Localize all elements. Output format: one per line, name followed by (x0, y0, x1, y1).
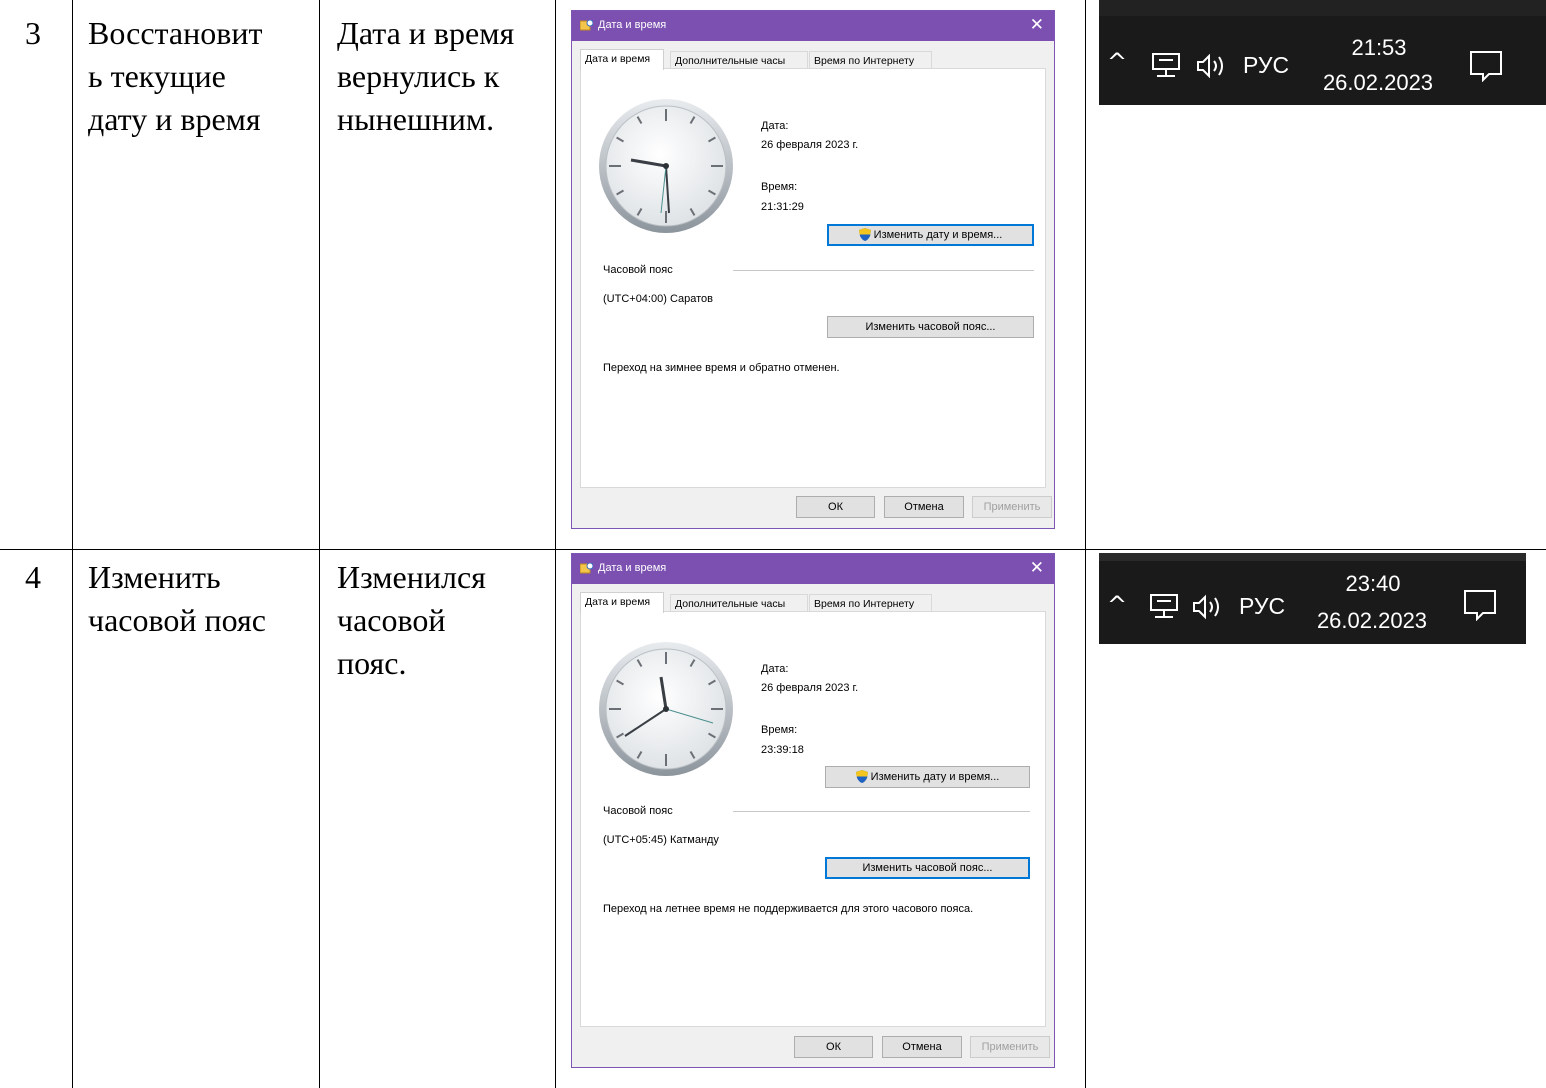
timezone-divider (733, 811, 1030, 812)
timezone-value: (UTC+05:45) Катманду (603, 834, 719, 846)
notification-icon[interactable] (1463, 589, 1497, 621)
tab-panel: Дата: 26 февраля 2023 г. Время: 21:31:29… (580, 68, 1046, 488)
change-timezone-button[interactable]: Изменить часовой пояс... (825, 857, 1030, 879)
datetime-dialog: Дата и время ✕ Дата и время Дополнительн… (571, 553, 1055, 1068)
time-label: Время: (761, 724, 798, 736)
table-line (555, 0, 556, 1088)
table-line (319, 0, 320, 1088)
tray-time[interactable]: 23:40 (1313, 571, 1433, 597)
dst-note: Переход на летнее время не поддерживаетс… (603, 903, 974, 915)
uac-shield-icon (855, 770, 868, 783)
timezone-divider (733, 270, 1034, 271)
tray-language[interactable]: РУС (1239, 593, 1285, 620)
datetime-dialog: Дата и время ✕ Дата и время Дополнительн… (571, 10, 1055, 529)
timezone-label: Часовой пояс (603, 805, 673, 817)
change-timezone-button[interactable]: Изменить часовой пояс... (827, 316, 1034, 338)
uac-shield-icon (858, 228, 871, 241)
table-line (1085, 0, 1086, 1088)
chevron-up-icon[interactable]: ^ (1107, 48, 1127, 76)
volume-icon[interactable] (1195, 52, 1229, 80)
time-value: 23:39:18 (761, 744, 804, 756)
date-label: Дата: (761, 120, 789, 132)
volume-icon[interactable] (1191, 593, 1225, 621)
change-datetime-button[interactable]: Изменить дату и время... (825, 766, 1030, 788)
table-line (72, 0, 73, 1088)
ok-button[interactable]: ОК (796, 496, 875, 518)
tray-language[interactable]: РУС (1243, 52, 1289, 79)
dialog-titlebar: Дата и время ✕ (572, 554, 1054, 584)
row-result: Дата и время вернулись к нынешним. (337, 15, 515, 137)
dialog-titlebar: Дата и время ✕ (572, 11, 1054, 41)
table-line (0, 549, 1546, 550)
close-icon[interactable]: ✕ (1030, 15, 1044, 35)
dialog-title: Дата и время (598, 562, 667, 574)
dialog-title: Дата и время (598, 19, 667, 31)
tab-panel: Дата: 26 февраля 2023 г. Время: 23:39:18… (580, 611, 1046, 1027)
apply-button[interactable]: Применить (972, 496, 1052, 518)
tab-datetime[interactable]: Дата и время (580, 592, 664, 613)
time-label: Время: (761, 181, 798, 193)
tray-top-strip (1099, 0, 1546, 16)
ok-button[interactable]: ОК (794, 1036, 873, 1058)
tab-additional-clocks[interactable]: Дополнительные часы (670, 51, 808, 69)
tab-internet-time[interactable]: Время по Интернету (809, 51, 932, 69)
row-number: 3 (25, 15, 41, 51)
chevron-up-icon[interactable]: ^ (1107, 591, 1127, 619)
timezone-label: Часовой пояс (603, 264, 673, 276)
network-icon[interactable] (1151, 52, 1183, 78)
row-number: 4 (25, 559, 41, 595)
taskbar-tray: ^ РУС 21:53 26.02.2023 (1099, 0, 1546, 105)
notification-icon[interactable] (1469, 50, 1503, 82)
change-datetime-label: Изменить дату и время... (870, 771, 1000, 783)
taskbar-tray: ^ РУС 23:40 26.02.2023 (1099, 553, 1526, 644)
app-icon (580, 20, 593, 31)
clock-icon (599, 99, 733, 233)
tab-additional-clocks[interactable]: Дополнительные часы (670, 594, 808, 612)
row-action: Восстановит ь текущие дату и время (88, 15, 263, 137)
change-datetime-label: Изменить дату и время... (873, 229, 1003, 241)
tray-time[interactable]: 21:53 (1319, 35, 1439, 61)
cancel-button[interactable]: Отмена (884, 496, 964, 518)
app-icon (580, 563, 593, 574)
clock-icon (599, 642, 733, 776)
apply-button[interactable]: Применить (970, 1036, 1050, 1058)
network-icon[interactable] (1149, 593, 1181, 619)
cancel-button[interactable]: Отмена (882, 1036, 962, 1058)
change-datetime-button[interactable]: Изменить дату и время... (827, 224, 1034, 246)
tray-top-strip (1099, 553, 1526, 561)
tab-datetime[interactable]: Дата и время (580, 49, 664, 70)
tray-date[interactable]: 26.02.2023 (1307, 608, 1437, 634)
date-label: Дата: (761, 663, 789, 675)
time-value: 21:31:29 (761, 201, 804, 213)
row-result: Изменился часовой пояс. (337, 559, 486, 681)
tab-internet-time[interactable]: Время по Интернету (809, 594, 932, 612)
tray-date[interactable]: 26.02.2023 (1313, 70, 1443, 96)
row-action: Изменить часовой пояс (88, 559, 266, 638)
timezone-value: (UTC+04:00) Саратов (603, 293, 713, 305)
date-value: 26 февраля 2023 г. (761, 682, 859, 694)
date-value: 26 февраля 2023 г. (761, 139, 859, 151)
dst-note: Переход на зимнее время и обратно отмене… (603, 362, 840, 374)
close-icon[interactable]: ✕ (1030, 558, 1044, 578)
